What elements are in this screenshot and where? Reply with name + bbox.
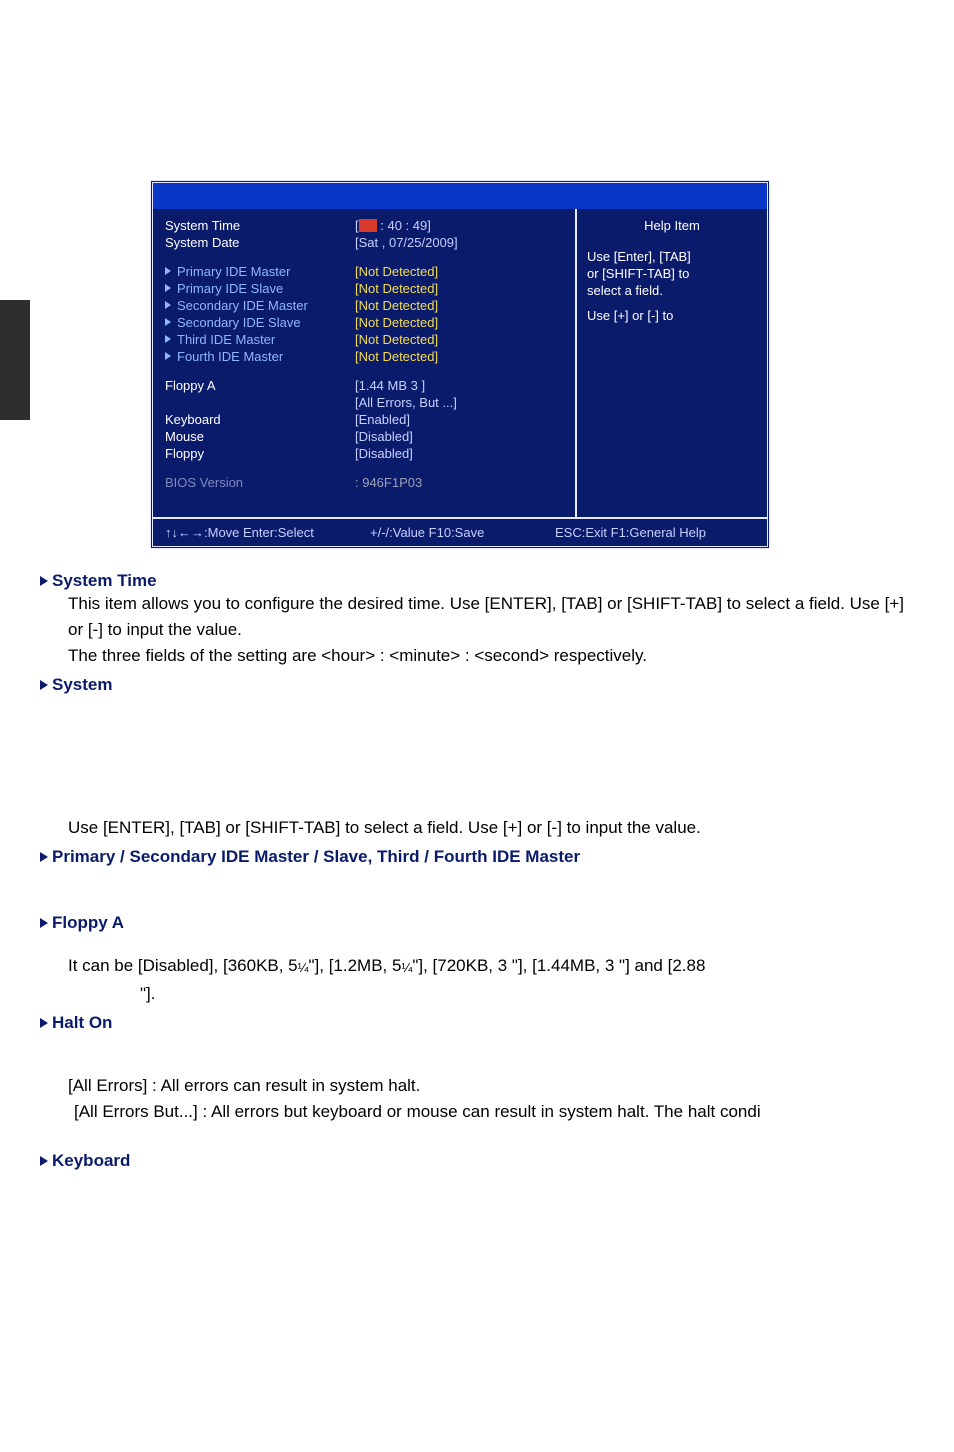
triangle-icon xyxy=(40,680,48,690)
triangle-icon xyxy=(40,576,48,586)
section-system-time: System Time xyxy=(40,571,914,591)
section-ide: Primary / Secondary IDE Master / Slave, … xyxy=(40,847,914,867)
triangle-icon xyxy=(40,1156,48,1166)
paragraph: [All Errors] : All errors can result in … xyxy=(68,1073,914,1099)
ide-label: Fourth IDE Master xyxy=(177,349,283,364)
triangle-icon xyxy=(165,301,171,309)
bios-titlebar xyxy=(153,183,767,209)
ide-label: Third IDE Master xyxy=(177,332,275,347)
biosver-value: : 946F1P03 xyxy=(355,474,422,491)
ide-value: [Not Detected] xyxy=(355,348,438,365)
triangle-icon xyxy=(40,1018,48,1028)
triangle-icon xyxy=(40,852,48,862)
triangle-icon xyxy=(165,267,171,275)
keyboard-label: Keyboard xyxy=(165,411,355,428)
floppy-label: Floppy A xyxy=(165,377,355,394)
floppy-value: [1.44 MB 3 ] xyxy=(355,377,425,394)
bios-navbar: ↑↓←→:Move Enter:Select +/-/:Value F10:Sa… xyxy=(153,517,767,546)
nav-exit: ESC:Exit F1:General Help xyxy=(555,525,755,540)
paragraph: This item allows you to configure the de… xyxy=(68,591,914,643)
triangle-icon xyxy=(165,352,171,360)
ide-value: [Not Detected] xyxy=(355,314,438,331)
cursor-icon xyxy=(359,219,377,232)
triangle-icon xyxy=(40,918,48,928)
ide-label: Secondary IDE Slave xyxy=(177,315,301,330)
ide-value: [Not Detected] xyxy=(355,263,438,280)
triangle-icon xyxy=(165,318,171,326)
ide-label: Secondary IDE Master xyxy=(177,298,308,313)
bios-screenshot: System Time [ : 40 : 49] System Date [Sa… xyxy=(150,180,770,549)
paragraph: "]. xyxy=(140,981,914,1007)
section-floppy-a: Floppy A xyxy=(40,913,914,933)
paragraph: [All Errors But...] : All errors but key… xyxy=(74,1099,914,1125)
system-time-label: System Time xyxy=(165,217,355,234)
keyboard-value: [Enabled] xyxy=(355,411,410,428)
nav-value: +/-/:Value F10:Save xyxy=(370,525,555,540)
nav-move: ↑↓←→:Move Enter:Select xyxy=(165,525,370,540)
side-tab xyxy=(0,300,30,420)
system-time-value: [ : 40 : 49] xyxy=(355,217,431,234)
mouse-value: [Disabled] xyxy=(355,428,413,445)
paragraph: The three fields of the setting are <hou… xyxy=(68,643,914,669)
triangle-icon xyxy=(165,335,171,343)
help-title: Help Item xyxy=(587,217,757,234)
system-date-label: System Date xyxy=(165,234,355,251)
system-date-value: [Sat , 07/25/2009] xyxy=(355,234,458,251)
ide-label: Primary IDE Master xyxy=(177,264,290,279)
paragraph: It can be [Disabled], [360KB, 5¼"], [1.2… xyxy=(68,953,914,981)
section-keyboard: Keyboard xyxy=(40,1151,914,1171)
help-line: Use [Enter], [TAB] xyxy=(587,248,757,265)
help-line: Use [+] or [-] to xyxy=(587,307,757,324)
section-system: System xyxy=(40,675,914,695)
help-line: select a field. xyxy=(587,282,757,299)
floppy2-label: Floppy xyxy=(165,445,355,462)
triangle-icon xyxy=(165,284,171,292)
ide-value: [Not Detected] xyxy=(355,297,438,314)
help-line: or [SHIFT-TAB] to xyxy=(587,265,757,282)
ide-value: [Not Detected] xyxy=(355,280,438,297)
ide-value: [Not Detected] xyxy=(355,331,438,348)
floppy2-value: [Disabled] xyxy=(355,445,413,462)
halton-value: [All Errors, But ...] xyxy=(355,394,457,411)
paragraph: Use [ENTER], [TAB] or [SHIFT-TAB] to sel… xyxy=(68,815,914,841)
biosver-label: BIOS Version xyxy=(165,474,355,491)
section-halt-on: Halt On xyxy=(40,1013,914,1033)
ide-label: Primary IDE Slave xyxy=(177,281,283,296)
mouse-label: Mouse xyxy=(165,428,355,445)
